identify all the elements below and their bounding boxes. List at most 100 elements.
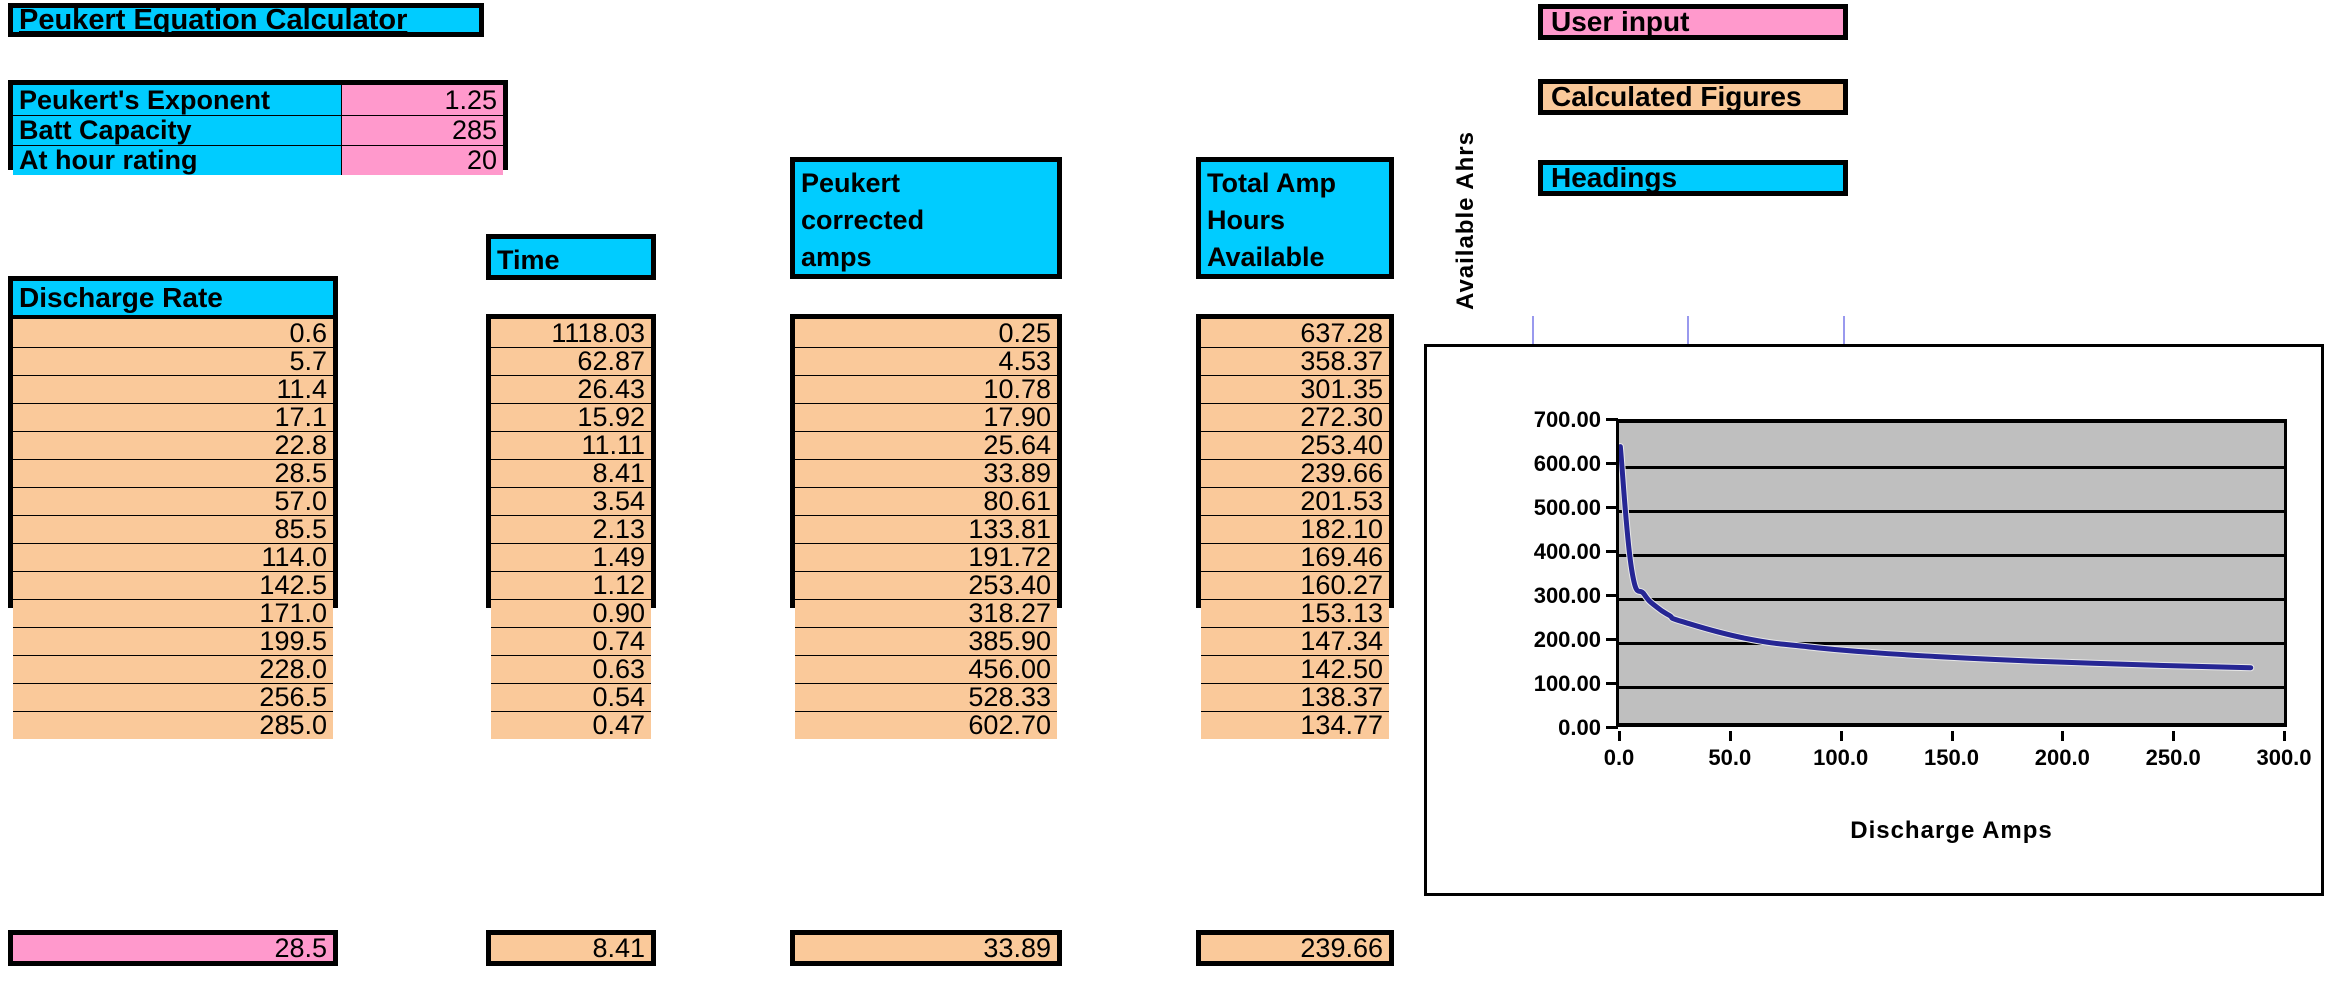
total-amp-hours-available-values: 637.28 358.37 301.35 272.30 253.40 239.66 201.…: [1201, 319, 1389, 739]
legend-user-input-label: User input: [1543, 8, 1843, 36]
chart-x-tick-mark: [2061, 731, 2065, 741]
table-cell: 285.0: [13, 711, 333, 739]
summary-discharge-rate-value[interactable]: 28.5: [13, 934, 333, 961]
table-cell: 33.89: [795, 459, 1057, 487]
param-value-peukert-exponent[interactable]: 1.25: [341, 85, 503, 115]
table-cell: 169.46: [1201, 543, 1389, 571]
table-cell: 1.49: [491, 543, 651, 571]
table-cell: 114.0: [13, 543, 333, 571]
table-cell: 0.90: [491, 599, 651, 627]
table-cell: 171.0: [13, 599, 333, 627]
chart-y-tick-label: 400.00: [1533, 539, 1601, 564]
table-cell: 25.64: [795, 431, 1057, 459]
table-cell: 11.4: [13, 375, 333, 403]
page-title-box: Peukert Equation Calculator: [8, 3, 484, 37]
chart-x-tick-label: 100.0: [1813, 745, 1869, 770]
table-cell: 182.10: [1201, 515, 1389, 543]
chart-x-tick-mark: [1728, 731, 1732, 741]
table-cell: 57.0: [13, 487, 333, 515]
peukert-corrected-amps-column: 0.25 4.53 10.78 17.90 25.64 33.89 80.61 133.81 1…: [790, 314, 1062, 739]
chart-y-tick-label: 200.00: [1533, 627, 1601, 652]
column-header-total-amp-hours-available: Total Amp Hours Available: [1196, 157, 1394, 279]
table-cell: 0.25: [795, 319, 1057, 347]
table-cell: 0.63: [491, 655, 651, 683]
chart-y-axis-title: Available Ahrs: [1452, 131, 1479, 310]
sheet-tick-mark: [1532, 316, 1534, 346]
chart-y-tick-label: 700.00: [1533, 407, 1601, 432]
table-cell: 318.27: [795, 599, 1057, 627]
table-cell: 253.40: [1201, 431, 1389, 459]
chart-series-curve: [1619, 443, 2255, 672]
table-cell: 11.11: [491, 431, 651, 459]
column-header-peukert-corrected-amps: Peukert corrected amps: [790, 157, 1062, 279]
table-cell: 4.53: [795, 347, 1057, 375]
param-label-batt-capacity: Batt Capacity: [13, 116, 342, 145]
table-cell: 62.87: [491, 347, 651, 375]
chart-x-tick-label: 300.0: [2256, 745, 2312, 770]
param-label-peukert-exponent: Peukert's Exponent: [13, 85, 342, 115]
chart-x-tick-label: 200.0: [2034, 745, 2090, 770]
table-cell: 637.28: [1201, 319, 1389, 347]
chart-x-tick-mark: [1839, 731, 1843, 741]
table-cell: 602.70: [795, 711, 1057, 739]
table-cell: 191.72: [795, 543, 1057, 571]
table-cell: 0.6: [13, 319, 333, 347]
table-cell: 15.92: [491, 403, 651, 431]
table-row: Batt Capacity 285: [13, 115, 503, 145]
page-title: Peukert Equation Calculator: [13, 5, 479, 34]
table-cell: 385.90: [795, 627, 1057, 655]
param-value-at-hour-rating[interactable]: 20: [341, 146, 503, 175]
table-cell: 1.12: [491, 571, 651, 599]
summary-total-amp-hours-available: 239.66: [1196, 930, 1394, 966]
param-value-batt-capacity[interactable]: 285: [341, 116, 503, 145]
table-cell: 85.5: [13, 515, 333, 543]
summary-discharge-rate: 28.5: [8, 930, 338, 966]
table-cell: 228.0: [13, 655, 333, 683]
chart-y-tick-label: 600.00: [1533, 451, 1601, 476]
chart-inner: 0.00 100.00 200.00 300.00 400.00 500.00 600.00…: [1427, 347, 2321, 893]
table-cell: 134.77: [1201, 711, 1389, 739]
sheet-tick-mark: [1843, 316, 1845, 346]
table-cell: 0.74: [491, 627, 651, 655]
table-cell: 456.00: [795, 655, 1057, 683]
chart-container: 0.00 100.00 200.00 300.00 400.00 500.00 600.00…: [1424, 344, 2324, 896]
column-header-time-label: Time: [491, 239, 651, 275]
chart-x-tick-mark: [1618, 731, 1621, 741]
table-cell: 17.90: [795, 403, 1057, 431]
table-cell: 153.13: [1201, 599, 1389, 627]
chart-x-tick-label: 0.0: [1603, 745, 1635, 770]
table-cell: 272.30: [1201, 403, 1389, 431]
column-header-peukert-corrected-amps-label: Peukert corrected amps: [795, 162, 1057, 274]
table-cell: 80.61: [795, 487, 1057, 515]
legend-headings: Headings: [1538, 160, 1848, 196]
column-header-discharge-rate-label: Discharge Rate: [13, 281, 333, 315]
table-cell: 256.5: [13, 683, 333, 711]
chart-x-tick-label: 150.0: [1923, 745, 1980, 770]
total-amp-hours-available-column: 637.28 358.37 301.35 272.30 253.40 239.66 201.…: [1196, 314, 1394, 739]
chart-plot-right-edge: [2284, 419, 2287, 727]
table-cell: 22.8: [13, 431, 333, 459]
sheet-tick-mark: [1687, 316, 1689, 346]
legend-headings-label: Headings: [1543, 164, 1843, 192]
table-cell: 201.53: [1201, 487, 1389, 515]
legend-user-input: User input: [1538, 4, 1848, 40]
chart-y-tick-label: 300.00: [1533, 583, 1601, 608]
table-cell: 142.5: [13, 571, 333, 599]
table-cell: 301.35: [1201, 375, 1389, 403]
chart-y-tick-label: 100.00: [1533, 671, 1601, 696]
table-cell: 0.47: [491, 711, 651, 739]
table-cell: 0.54: [491, 683, 651, 711]
table-cell: 358.37: [1201, 347, 1389, 375]
table-row: At hour rating 20: [13, 145, 503, 175]
table-cell: 1118.03: [491, 319, 651, 347]
column-header-discharge-rate: Discharge Rate: [13, 281, 333, 319]
table-cell: 5.7: [13, 347, 333, 375]
summary-peukert-corrected-amps: 33.89: [790, 930, 1062, 966]
table-cell: 17.1: [13, 403, 333, 431]
table-cell: 138.37: [1201, 683, 1389, 711]
summary-total-amp-hours-available-value: 239.66: [1201, 934, 1389, 961]
chart-x-tick-label: 250.0: [2145, 745, 2201, 770]
table-cell: 199.5: [13, 627, 333, 655]
table-cell: 26.43: [491, 375, 651, 403]
table-cell: 239.66: [1201, 459, 1389, 487]
